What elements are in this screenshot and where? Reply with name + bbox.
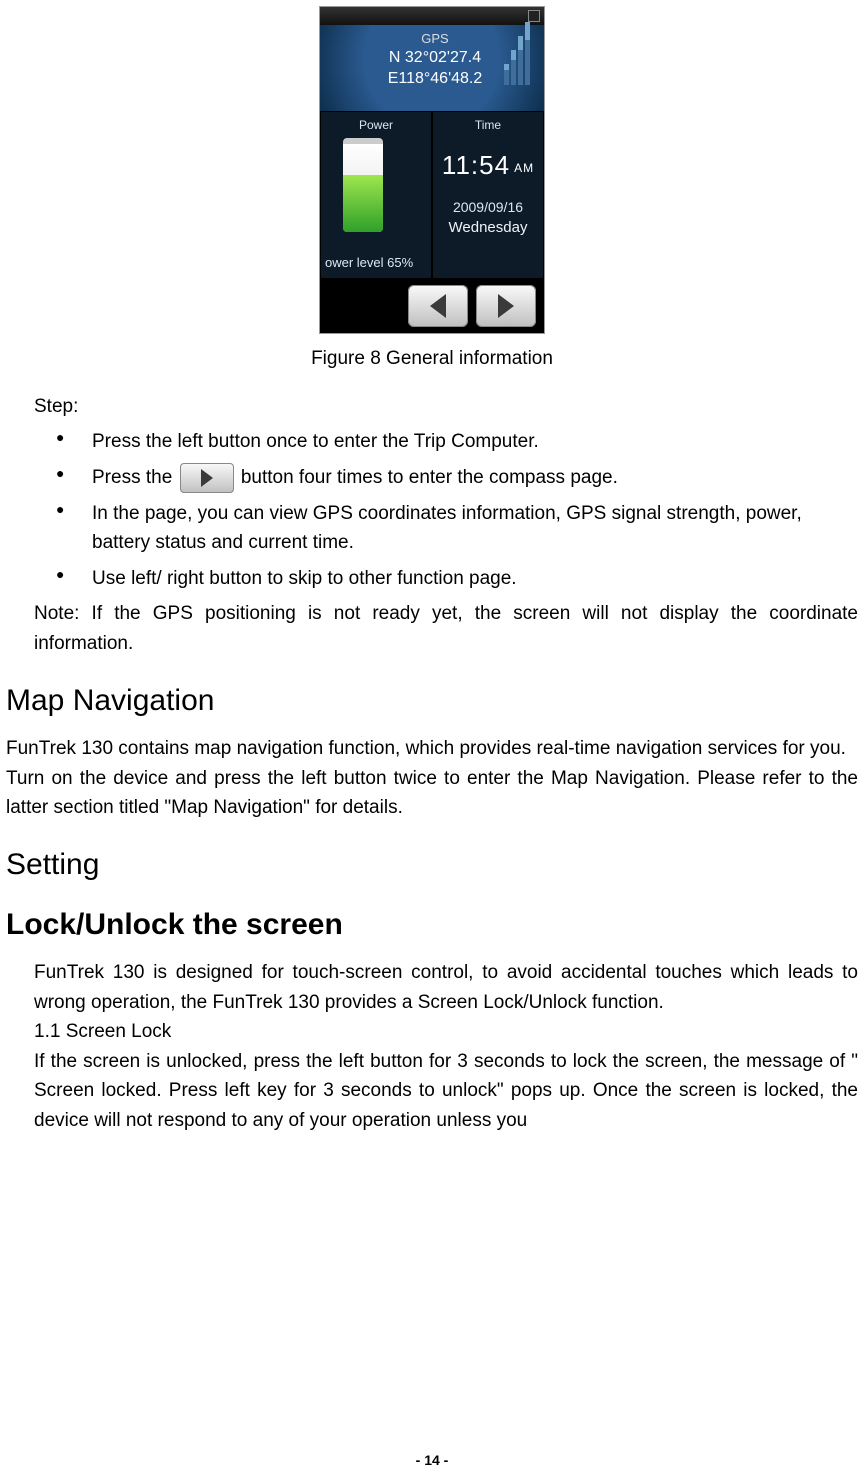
note-text: Note: If the GPS positioning is not read… — [34, 599, 858, 658]
figure-caption: Figure 8 General information — [0, 348, 864, 370]
figure-wrapper: GPS N 32°02'27.4 E118°46'48.2 Power ower… — [0, 0, 864, 370]
lock-paragraph-2: If the screen is unlocked, press the lef… — [34, 1047, 858, 1135]
manual-page: GPS N 32°02'27.4 E118°46'48.2 Power ower… — [0, 0, 864, 1484]
clock-ampm: AM — [514, 161, 534, 175]
device-screenshot: GPS N 32°02'27.4 E118°46'48.2 Power ower… — [319, 6, 545, 334]
power-label: Power — [329, 118, 423, 132]
info-row: Power ower level 65% Time 11:54 AM 2009/0… — [320, 111, 544, 279]
power-panel: Power ower level 65% — [320, 111, 432, 279]
status-bar — [320, 7, 544, 25]
nav-row — [320, 279, 544, 333]
page-number: - 14 - — [0, 1452, 864, 1468]
arrow-left-icon — [430, 294, 446, 318]
power-level-text: ower level 65% — [325, 255, 413, 270]
time-label: Time — [441, 118, 535, 132]
arrow-right-icon — [498, 294, 514, 318]
time-panel: Time 11:54 AM 2009/09/16 Wednesday — [432, 111, 544, 279]
inline-next-button[interactable] — [180, 463, 234, 493]
list-item: In the page, you can view GPS coordinate… — [34, 499, 858, 558]
heading-setting: Setting — [0, 848, 864, 882]
li-text-post: button four times to enter the compass p… — [241, 467, 618, 488]
arrow-right-icon — [201, 469, 213, 487]
time-value: 11:54 AM — [441, 150, 535, 181]
gps-panel: GPS N 32°02'27.4 E118°46'48.2 — [320, 25, 544, 111]
lock-paragraph-1: FunTrek 130 is designed for touch-screen… — [34, 958, 858, 1017]
heading-lock-unlock: Lock/Unlock the screen — [0, 908, 864, 942]
status-icon — [528, 10, 540, 22]
nav-left-button[interactable] — [408, 285, 468, 327]
date-value: 2009/09/16 — [441, 199, 535, 215]
step-block: Step: Press the left button once to ente… — [0, 392, 864, 658]
heading-map-navigation: Map Navigation — [0, 684, 864, 718]
list-item: Press the button four times to enter the… — [34, 463, 858, 493]
list-item: Use left/ right button to skip to other … — [34, 564, 858, 593]
lock-block: FunTrek 130 is designed for touch-screen… — [0, 958, 864, 1135]
map-paragraph-2: Turn on the device and press the left bu… — [0, 764, 864, 823]
signal-icon — [504, 35, 534, 85]
battery-icon — [343, 138, 383, 232]
list-item: Press the left button once to enter the … — [34, 427, 858, 456]
nav-right-button[interactable] — [476, 285, 536, 327]
map-paragraph-1: FunTrek 130 contains map navigation func… — [0, 734, 864, 763]
lock-subheading: 1.1 Screen Lock — [34, 1017, 858, 1046]
dow-value: Wednesday — [441, 219, 535, 236]
step-list: Press the left button once to enter the … — [34, 427, 858, 593]
li-text-pre: Press the — [92, 467, 178, 488]
step-label: Step: — [34, 392, 858, 421]
clock-time: 11:54 — [442, 150, 510, 180]
